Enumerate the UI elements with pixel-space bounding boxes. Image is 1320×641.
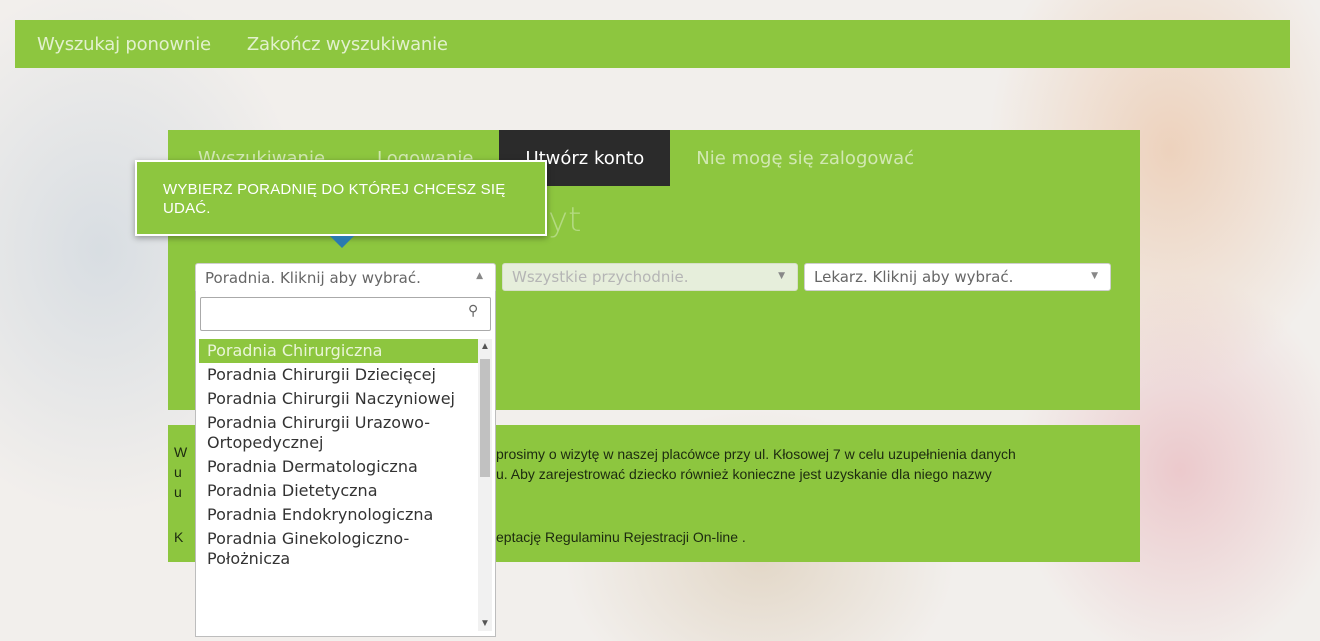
dropdown-option[interactable]: Poradnia Dermatologiczna [199, 455, 478, 479]
chevron-down-icon: ▼ [778, 271, 785, 281]
dropdown-option[interactable]: Poradnia Chirurgii Dziecięcej [199, 363, 478, 387]
chevron-down-icon: ▼ [1091, 271, 1098, 281]
tooltip-pointer-icon [330, 236, 354, 248]
clinic-select-value: Wszystkie przychodnie. [512, 268, 689, 286]
dropdown-option[interactable]: Poradnia Chirurgiczna [199, 339, 478, 363]
doctor-select[interactable]: Lekarz. Kliknij aby wybrać. ▼ [804, 263, 1111, 291]
clinic-type-dropdown: ⚲ Poradnia Chirurgiczna Poradnia Chirurg… [195, 291, 496, 637]
dropdown-option[interactable]: Poradnia Endokrynologiczna [199, 503, 478, 527]
info-line: prosimy o wizytę w naszej placówce przy … [496, 446, 1016, 462]
dropdown-option[interactable]: Poradnia Chirurgii Urazowo-Ortopedycznej [199, 411, 478, 455]
chevron-up-icon: ▲ [476, 271, 483, 281]
clinic-hint-tooltip: WYBIERZ PORADNIĘ DO KTÓREJ CHCESZ SIĘ UD… [135, 160, 547, 236]
dropdown-scrollbar[interactable]: ▲ ▼ [478, 339, 492, 631]
tab-cannot-login[interactable]: Nie mogę się zalogować [670, 130, 940, 186]
search-again-link[interactable]: Wyszukaj ponownie [37, 34, 211, 55]
dropdown-options: Poradnia Chirurgiczna Poradnia Chirurgii… [199, 339, 478, 632]
regulations-line[interactable]: eptację Regulaminu Rejestracji On-line . [496, 529, 746, 545]
dropdown-option[interactable]: Poradnia Ginekologiczno-Położnicza [199, 527, 478, 571]
tooltip-text: WYBIERZ PORADNIĘ DO KTÓREJ CHCESZ SIĘ UD… [163, 181, 506, 217]
doctor-select-value: Lekarz. Kliknij aby wybrać. [814, 268, 1014, 286]
info-paragraph: prosimy o wizytę w naszej placówce przy … [496, 444, 1136, 484]
info-left-fragment: u [174, 484, 182, 500]
end-search-link[interactable]: Zakończ wyszukiwanie [247, 34, 448, 55]
dropdown-option[interactable]: Poradnia Dietetyczna [199, 479, 478, 503]
info-line: u. Aby zarejestrować dziecko również kon… [496, 466, 992, 482]
scrollbar-thumb[interactable] [480, 359, 490, 477]
dropdown-search-input[interactable] [200, 297, 491, 331]
clinic-type-select-value: Poradnia. Kliknij aby wybrać. [205, 268, 421, 287]
scroll-up-icon[interactable]: ▲ [480, 341, 490, 352]
clinic-type-select[interactable]: Poradnia. Kliknij aby wybrać. ▲ [195, 263, 496, 291]
info-left-fragment: K [174, 529, 184, 545]
info-left-fragment: u [174, 464, 182, 480]
dropdown-option[interactable]: Poradnia Chirurgii Naczyniowej [199, 387, 478, 411]
heading-fragment: yt [548, 200, 582, 240]
scroll-down-icon[interactable]: ▼ [480, 618, 490, 629]
info-left-fragment: W [174, 444, 188, 460]
clinic-select[interactable]: Wszystkie przychodnie. ▼ [502, 263, 798, 291]
search-icon: ⚲ [468, 302, 479, 318]
top-nav-bar: Wyszukaj ponownie Zakończ wyszukiwanie [15, 20, 1290, 68]
